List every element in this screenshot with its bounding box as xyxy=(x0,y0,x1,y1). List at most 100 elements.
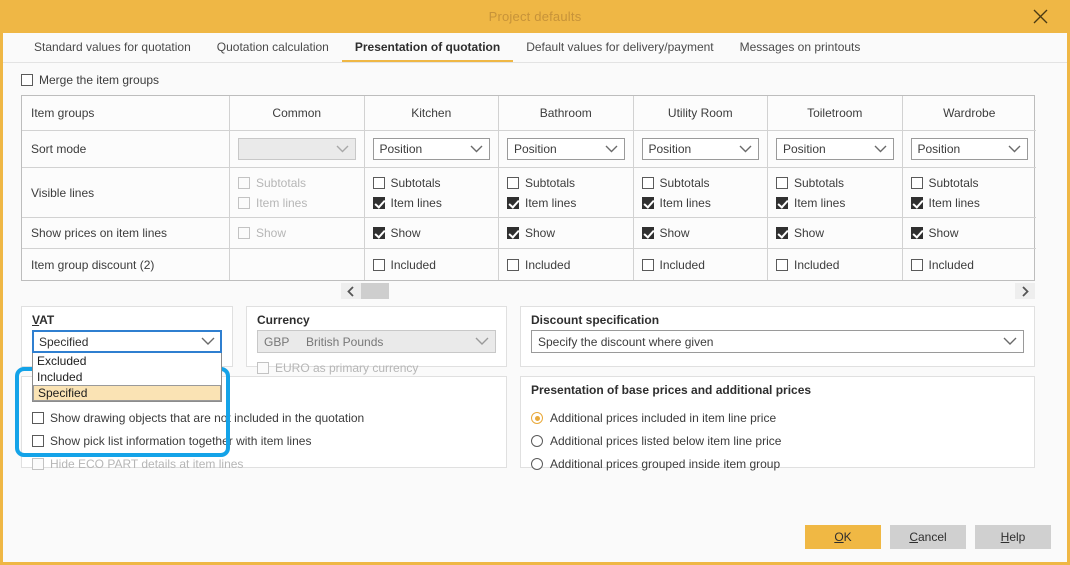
sort-mode-select-utility-room[interactable]: Position xyxy=(642,138,760,160)
checkbox-show-utility-room[interactable]: Show xyxy=(642,226,690,240)
sort-mode-select-wardrobe[interactable]: Position xyxy=(911,138,1029,160)
discount-specification-select[interactable]: Specify the discount where given xyxy=(531,330,1024,353)
checkbox-box[interactable] xyxy=(776,227,788,239)
checkbox-box[interactable] xyxy=(911,259,923,271)
checkbox-box[interactable] xyxy=(911,197,923,209)
chevron-down-icon xyxy=(475,337,489,346)
radio-button[interactable] xyxy=(531,458,543,470)
sort-mode-select-bathroom[interactable]: Position xyxy=(507,138,625,160)
tab-presentation-of-quotation[interactable]: Presentation of quotation xyxy=(342,33,513,62)
vat-option-included[interactable]: Included xyxy=(33,369,221,385)
checkbox-show-bathroom[interactable]: Show xyxy=(507,226,555,240)
grid-column-header: Bathroom xyxy=(499,96,633,130)
checkbox-label: Item lines xyxy=(929,196,980,210)
radio-additional-prices-grouped[interactable]: Additional prices grouped inside item gr… xyxy=(531,457,1024,471)
checkbox-label: Item lines xyxy=(660,196,711,210)
checkbox-label: Show xyxy=(525,226,555,240)
checkbox-subtotals-wardrobe[interactable]: Subtotals xyxy=(911,176,979,190)
checkbox-box[interactable] xyxy=(642,259,654,271)
cancel-button[interactable]: Cancel xyxy=(890,525,966,549)
vat-select-value: Specified xyxy=(39,335,88,349)
checkbox-box[interactable] xyxy=(776,259,788,271)
checkbox-box[interactable] xyxy=(32,435,44,447)
grid-horizontal-scrollbar[interactable] xyxy=(21,283,1035,300)
checkbox-box[interactable] xyxy=(373,177,385,189)
checkbox-box[interactable] xyxy=(507,197,519,209)
checkbox-box[interactable] xyxy=(32,412,44,424)
grid-cell-visible-lines: Subtotals Item lines xyxy=(365,167,499,217)
checkbox-included-kitchen[interactable]: Included xyxy=(373,258,436,272)
checkbox-show-kitchen[interactable]: Show xyxy=(373,226,421,240)
grid-column-header: Common xyxy=(230,96,364,130)
checkbox-subtotals-kitchen[interactable]: Subtotals xyxy=(373,176,441,190)
sort-mode-select-toiletroom[interactable]: Position xyxy=(776,138,894,160)
vat-dropdown-list[interactable]: Excluded Included Specified xyxy=(32,353,222,402)
help-button[interactable]: Help xyxy=(975,525,1051,549)
checkbox-subtotals-toiletroom[interactable]: Subtotals xyxy=(776,176,844,190)
chevron-right-icon[interactable] xyxy=(1015,283,1035,299)
radio-additional-prices-included[interactable]: Additional prices included in item line … xyxy=(531,411,1024,425)
sort-mode-select-kitchen[interactable]: Position xyxy=(373,138,491,160)
checkbox-box[interactable] xyxy=(373,227,385,239)
tab-quotation-calculation[interactable]: Quotation calculation xyxy=(204,33,342,62)
checkbox-box[interactable] xyxy=(507,259,519,271)
tab-messages-on-printouts[interactable]: Messages on printouts xyxy=(727,33,874,62)
checkbox-box[interactable] xyxy=(373,259,385,271)
tab-default-values-delivery-payment[interactable]: Default values for delivery/payment xyxy=(513,33,726,62)
grid-cell-item-group-discount: Included xyxy=(634,248,768,280)
close-icon[interactable] xyxy=(1023,0,1057,33)
vat-option-specified[interactable]: Specified xyxy=(33,385,221,401)
ok-button[interactable]: OK xyxy=(805,525,881,549)
checkbox-box[interactable] xyxy=(373,197,385,209)
checkbox-label: Item lines xyxy=(391,196,442,210)
checkbox-box[interactable] xyxy=(776,177,788,189)
checkbox-show-common: Show xyxy=(238,226,286,240)
radio-button[interactable] xyxy=(531,435,543,447)
checkbox-show-pick-list-information[interactable]: Show pick list information together with… xyxy=(32,434,496,448)
checkbox-box[interactable] xyxy=(911,177,923,189)
vat-currency-row: VAT Specified Excluded Included xyxy=(21,306,507,367)
checkbox-included-toiletroom[interactable]: Included xyxy=(776,258,839,272)
checkbox-item-lines-kitchen[interactable]: Item lines xyxy=(373,196,442,210)
checkbox-included-wardrobe[interactable]: Included xyxy=(911,258,974,272)
checkbox-box[interactable] xyxy=(642,197,654,209)
checkbox-item-lines-utility-room[interactable]: Item lines xyxy=(642,196,711,210)
checkbox-show-toiletroom[interactable]: Show xyxy=(776,226,824,240)
grid-row-label-show-prices: Show prices on item lines xyxy=(22,217,229,248)
checkbox-box[interactable] xyxy=(776,197,788,209)
checkbox-item-lines-bathroom[interactable]: Item lines xyxy=(507,196,576,210)
vat-select[interactable]: Specified xyxy=(32,330,222,353)
help-accel: H xyxy=(1001,530,1010,544)
merge-item-groups-checkbox[interactable]: Merge the item groups xyxy=(21,73,159,87)
checkbox-box xyxy=(32,458,44,470)
checkbox-included-utility-room[interactable]: Included xyxy=(642,258,705,272)
grid-cell-show-prices: Show xyxy=(499,217,633,248)
radio-label: Additional prices included in item line … xyxy=(550,411,776,425)
checkbox-box[interactable] xyxy=(21,74,33,86)
cancel-accel: C xyxy=(909,530,918,544)
radio-label: Additional prices grouped inside item gr… xyxy=(550,457,780,471)
checkbox-box[interactable] xyxy=(507,177,519,189)
chevron-left-icon[interactable] xyxy=(341,283,361,299)
tab-standard-values[interactable]: Standard values for quotation xyxy=(21,33,204,62)
currency-panel-title: Currency xyxy=(247,307,506,330)
vat-option-excluded[interactable]: Excluded xyxy=(33,353,221,369)
checkbox-label: Included xyxy=(391,258,436,272)
checkbox-box[interactable] xyxy=(642,227,654,239)
checkbox-subtotals-utility-room[interactable]: Subtotals xyxy=(642,176,710,190)
checkbox-box[interactable] xyxy=(507,227,519,239)
checkbox-included-bathroom[interactable]: Included xyxy=(507,258,570,272)
checkbox-item-lines-toiletroom[interactable]: Item lines xyxy=(776,196,845,210)
checkbox-item-lines-wardrobe[interactable]: Item lines xyxy=(911,196,980,210)
checkbox-box[interactable] xyxy=(911,227,923,239)
scrollbar-thumb[interactable] xyxy=(361,283,389,299)
checkbox-subtotals-bathroom[interactable]: Subtotals xyxy=(507,176,575,190)
checkbox-show-wardrobe[interactable]: Show xyxy=(911,226,959,240)
radio-button[interactable] xyxy=(531,412,543,424)
cancel-rest: ancel xyxy=(918,530,947,544)
checkbox-box[interactable] xyxy=(642,177,654,189)
chevron-down-icon xyxy=(470,145,483,153)
checkbox-show-drawing-objects[interactable]: Show drawing objects that are not includ… xyxy=(32,411,496,425)
radio-additional-prices-listed-below[interactable]: Additional prices listed below item line… xyxy=(531,434,1024,448)
checkbox-label: Subtotals xyxy=(256,176,306,190)
